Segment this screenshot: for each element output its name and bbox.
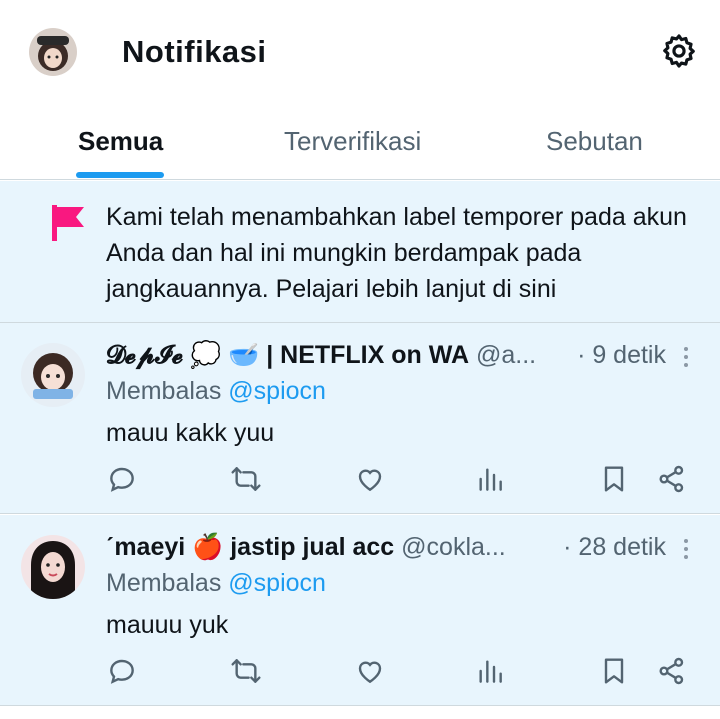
gear-icon[interactable] xyxy=(660,32,698,70)
notification-tabs: Semua Terverifikasi Sebutan xyxy=(0,108,720,180)
notification-reply-item[interactable]: 𝓓𝓮𝓹𝓘𝓮 💭 🥣 | NETFLIX on WA @a... · 9 deti… xyxy=(0,323,720,514)
tweet-text: mauuu yuk xyxy=(106,611,229,639)
reply-prefix: Membalas xyxy=(106,377,222,405)
active-tab-indicator xyxy=(76,172,164,178)
retweet-icon[interactable] xyxy=(230,463,262,495)
mention-link[interactable]: @spiocn xyxy=(228,377,326,405)
tweet-header: 𝓓𝓮𝓹𝓘𝓮 💭 🥣 | NETFLIX on WA @a... · 9 deti… xyxy=(106,337,666,373)
tab-semua[interactable]: Semua xyxy=(78,126,163,157)
share-icon[interactable] xyxy=(656,655,688,687)
user-handle[interactable]: @a... xyxy=(476,341,536,369)
avatar[interactable] xyxy=(21,535,85,599)
views-icon[interactable] xyxy=(474,655,506,687)
bookmark-icon[interactable] xyxy=(598,463,630,495)
page-title: Notifikasi xyxy=(122,34,267,69)
more-options-icon[interactable] xyxy=(676,345,696,369)
more-options-icon[interactable] xyxy=(676,537,696,561)
tweet-actions xyxy=(0,463,720,503)
reply-prefix: Membalas xyxy=(106,569,222,597)
display-name[interactable]: ˊmaeyi 🍎 jastip jual acc xyxy=(106,533,394,561)
notification-reply-item[interactable]: ˊmaeyi 🍎 jastip jual acc @cokla... · 28 … xyxy=(0,515,720,706)
like-icon[interactable] xyxy=(354,463,386,495)
tab-sebutan[interactable]: Sebutan xyxy=(546,126,643,157)
user-handle[interactable]: @cokla... xyxy=(401,533,506,561)
share-icon[interactable] xyxy=(656,463,688,495)
mention-link[interactable]: @spiocn xyxy=(228,569,326,597)
timestamp: · 9 detik xyxy=(573,337,666,373)
tweet-actions xyxy=(0,655,720,695)
next-item-edge xyxy=(0,706,720,719)
tweet-header: ˊmaeyi 🍎 jastip jual acc @cokla... · 28 … xyxy=(106,529,666,565)
replying-to: Membalas @spiocn xyxy=(106,373,326,409)
top-bar: Notifikasi xyxy=(0,0,720,108)
retweet-icon[interactable] xyxy=(230,655,262,687)
display-name[interactable]: 𝓓𝓮𝓹𝓘𝓮 💭 🥣 | NETFLIX on WA xyxy=(106,341,469,369)
reply-icon[interactable] xyxy=(106,655,138,687)
like-icon[interactable] xyxy=(354,655,386,687)
notice-text: Kami telah menambahkan label temporer pa… xyxy=(106,203,687,303)
tweet-text: mauu kakk yuu xyxy=(106,419,275,447)
bookmark-icon[interactable] xyxy=(598,655,630,687)
flag-icon xyxy=(50,203,86,243)
profile-avatar[interactable] xyxy=(29,28,77,76)
account-label-notice[interactable]: Kami telah menambahkan label temporer pa… xyxy=(0,181,720,323)
timestamp: · 28 detik xyxy=(559,529,666,565)
tab-terverifikasi[interactable]: Terverifikasi xyxy=(284,126,421,157)
replying-to: Membalas @spiocn xyxy=(106,565,326,601)
views-icon[interactable] xyxy=(474,463,506,495)
reply-icon[interactable] xyxy=(106,463,138,495)
avatar[interactable] xyxy=(21,343,85,407)
